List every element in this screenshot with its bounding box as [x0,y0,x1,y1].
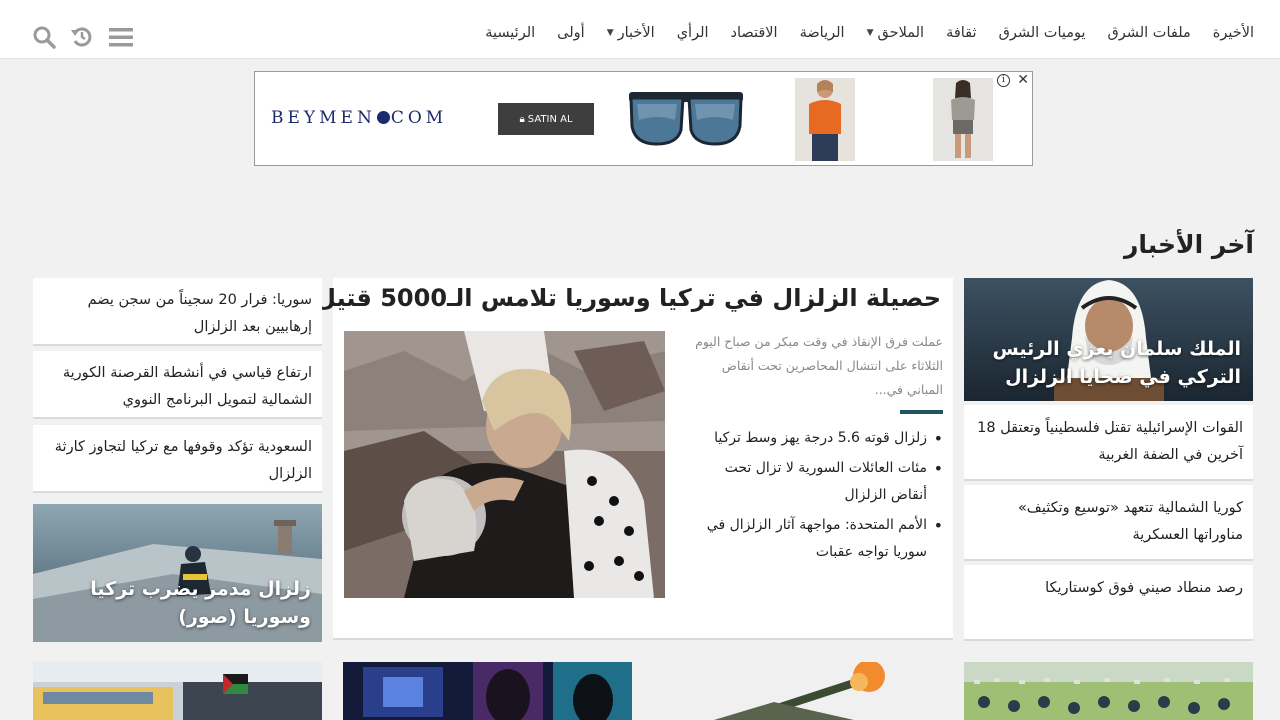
search-icon[interactable] [32,25,56,49]
nav-item-sports[interactable]: الرياضة [800,25,845,41]
news-card-title: السعودية تؤكد وقوفها مع تركيا لتجاوز كار… [54,439,312,482]
nav-label: الأخبار [617,25,655,41]
nav-item-culture[interactable]: ثقافة [946,25,977,41]
nav-item-home[interactable]: الرئيسية [485,25,535,41]
main-story-excerpt: عملت فرق الإنقاذ في وقت مبكر من صباح الي… [695,334,943,397]
feature-story-right[interactable]: الملك سلمان يعزي الرئيس التركي في ضحايا … [964,278,1253,401]
news-card[interactable]: رصد منطاد صيني فوق كوستاريكا [964,565,1253,641]
ad-brand-left: BEYMEN [271,108,376,128]
news-card[interactable]: سوريا: فرار 20 سجيناً من سجن يضم إرهابيي… [33,278,322,346]
nav-label: أولى [557,25,585,41]
nav-label: الأخيرة [1212,25,1254,41]
caret-down-icon: ▼ [866,28,874,38]
bottom-thumbnail[interactable] [654,662,943,720]
news-card-title: رصد منطاد صيني فوق كوستاريكا [1045,580,1243,596]
news-card-title: سوريا: فرار 20 سجيناً من سجن يضم إرهابيي… [87,292,312,335]
ad-model-image [933,78,993,161]
news-card-title: القوات الإسرائيلية تقتل فلسطينياً وتعتقل… [977,420,1243,463]
ad-brand-right: COM [390,108,448,128]
nav-item-opinion[interactable]: الرأي [677,25,709,41]
main-menu: الرئيسية أولى الأخبار ▼ الرأي الاقتصاد ال… [463,25,1254,41]
news-card[interactable]: ارتفاع قياسي في أنشطة القرصنة الكورية ال… [33,351,322,419]
news-card-title: ارتفاع قياسي في أنشطة القرصنة الكورية ال… [62,365,312,408]
menu-icon[interactable] [108,25,134,49]
nav-item-news[interactable]: الأخبار ▼ [607,25,655,41]
ad-close-label: ✕ [1017,72,1029,88]
feature-story-left[interactable]: زلزال مدمر يضرب تركيا وسوريا (صور) [33,504,322,642]
feature-caption: الملك سلمان يعزي الرئيس التركي في ضحايا … [992,338,1241,388]
nav-item-supplements[interactable]: الملاحق ▼ [867,25,924,41]
ad-info-label: i [1002,75,1005,85]
nav-label: ملفات الشرق [1107,25,1191,41]
ad-button-label: SATIN AL [527,113,573,125]
related-link[interactable]: الأمم المتحدة: مواجهة آثار الزلزال في سو… [688,512,943,566]
ad-buy-button[interactable]: 🔒︎ SATIN AL [498,103,594,135]
ad-brand-logo: BEYMEN COM [271,108,447,128]
bottom-thumbnail[interactable] [964,662,1253,720]
nav-label: الملاحق [877,25,925,41]
ad-banner[interactable]: BEYMEN COM 🔒︎ SATIN AL i ✕ [254,71,1033,166]
nav-label: الرئيسية [485,25,536,41]
nav-label: ثقافة [946,25,977,41]
caret-down-icon: ▼ [606,28,614,38]
related-link[interactable]: زلزال قوته 5.6 درجة يهز وسط تركيا [688,425,943,452]
bottom-thumbnail[interactable] [33,662,322,720]
ad-close-icon[interactable]: ✕ [1017,72,1029,88]
related-link[interactable]: مئات العائلات السورية لا تزال تحت أنقاض … [688,455,943,509]
nav-item-files[interactable]: ملفات الشرق [1108,25,1191,41]
nav-icons [32,25,134,49]
ad-info-icon[interactable]: i [997,74,1010,87]
nav-item-last[interactable]: الأخيرة [1213,25,1254,41]
section-title: آخر الأخبار [1123,230,1254,259]
bottom-thumbnail[interactable] [343,662,632,720]
brand-dot-icon [376,111,390,124]
feature-caption: زلزال مدمر يضرب تركيا وسوريا (صور) [90,578,311,628]
main-story-card[interactable]: حصيلة الزلزال في تركيا وسوريا تلامس الـ5… [315,278,953,640]
nav-item-economy[interactable]: الاقتصاد [731,25,778,41]
nav-label: الرأي [676,25,709,41]
main-story-title[interactable]: حصيلة الزلزال في تركيا وسوريا تلامس الـ5… [315,284,941,312]
accent-divider [900,410,943,414]
sunglasses-image [629,92,743,146]
news-card[interactable]: السعودية تؤكد وقوفها مع تركيا لتجاوز كار… [33,425,322,493]
lock-icon: 🔒︎ [519,113,525,125]
main-story-photo[interactable] [344,331,665,598]
nav-item-daily[interactable]: يوميات الشرق [999,25,1086,41]
history-icon[interactable] [70,25,94,49]
news-card[interactable]: القوات الإسرائيلية تقتل فلسطينياً وتعتقل… [964,405,1253,481]
nav-item-front[interactable]: أولى [557,25,585,41]
news-card-title: كوريا الشمالية تتعهد «توسيع وتكثيف» مناو… [1017,500,1243,543]
nav-label: الرياضة [799,25,845,41]
nav-label: يوميات الشرق [998,25,1086,41]
related-links: زلزال قوته 5.6 درجة يهز وسط تركيا مئات ا… [688,425,943,569]
ad-model-image [795,78,855,161]
nav-label: الاقتصاد [730,25,778,41]
news-card[interactable]: كوريا الشمالية تتعهد «توسيع وتكثيف» مناو… [964,485,1253,561]
top-navbar: الرئيسية أولى الأخبار ▼ الرأي الاقتصاد ال… [0,0,1280,59]
